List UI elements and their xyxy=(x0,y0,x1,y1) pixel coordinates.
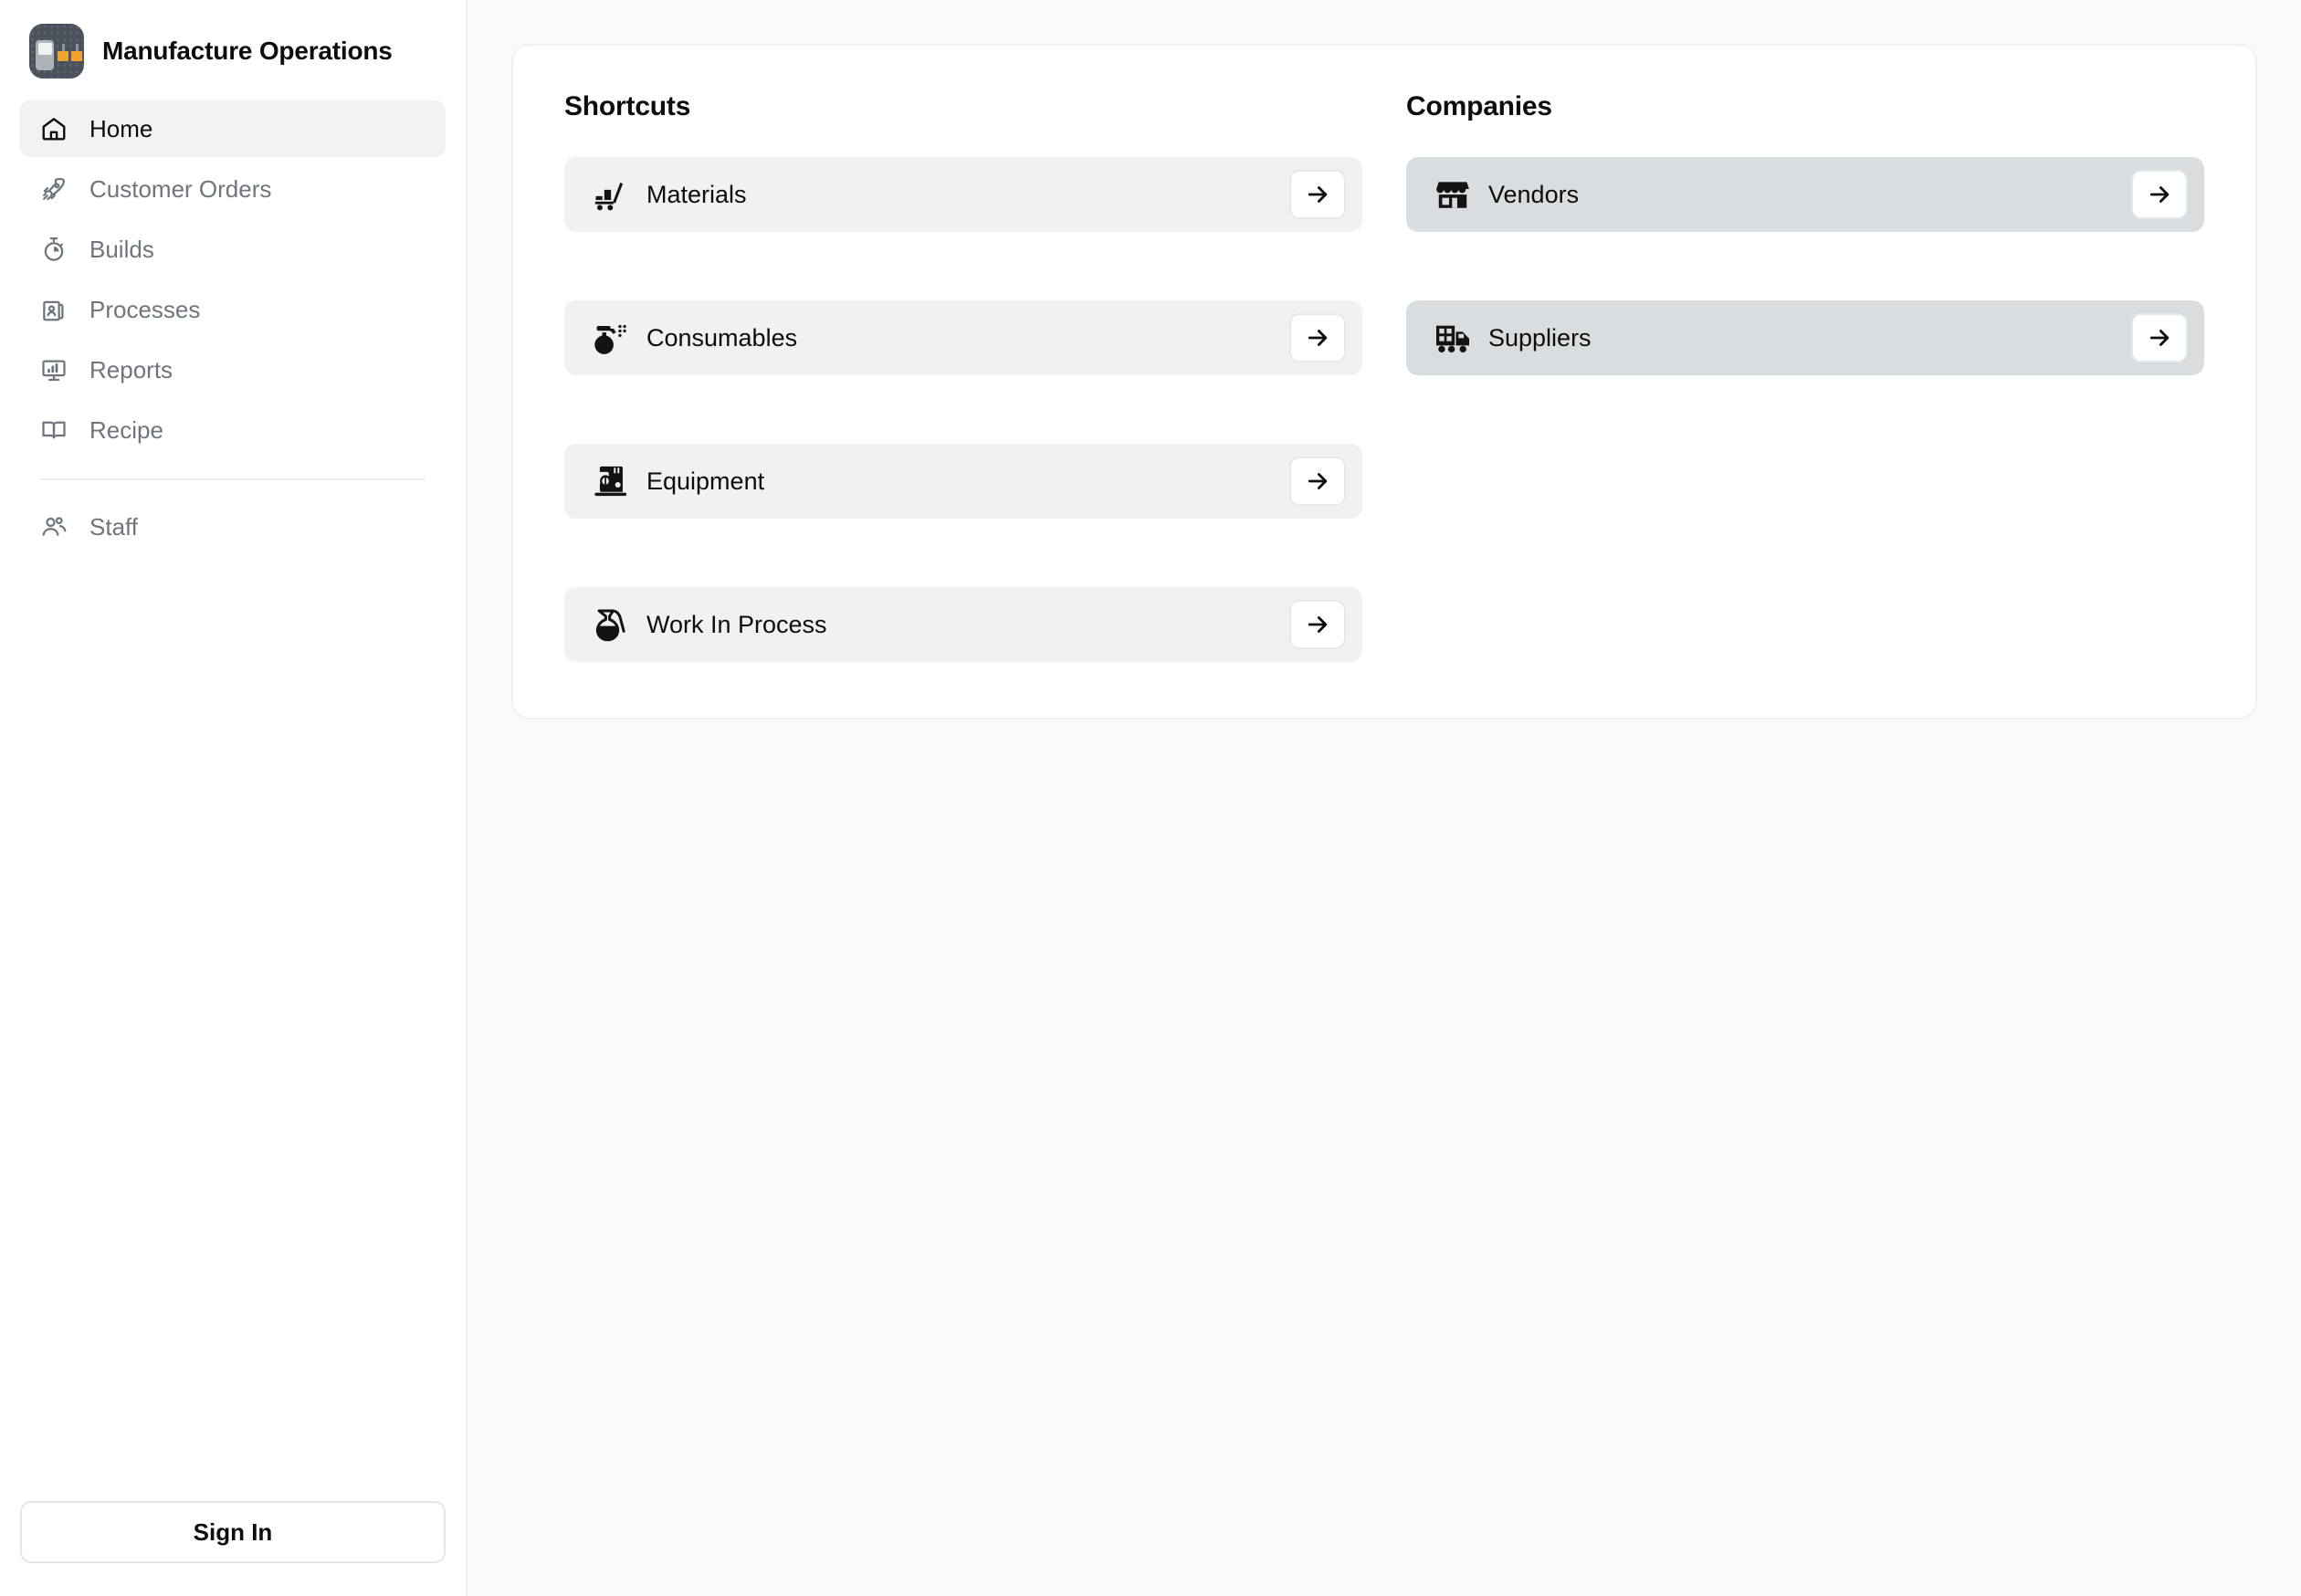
shortcuts-title: Shortcuts xyxy=(564,91,691,121)
arrow-right-icon[interactable] xyxy=(1289,170,1346,219)
shortcut-row-work-in-process[interactable]: Work In Process xyxy=(564,587,1362,662)
arrow-right-icon[interactable] xyxy=(2131,170,2188,219)
delivery-truck-icon xyxy=(1434,319,1472,357)
users-icon xyxy=(40,513,68,541)
sidebar-item-reports[interactable]: Reports xyxy=(20,341,446,398)
arrow-right-icon[interactable] xyxy=(1289,313,1346,362)
monitor-chart-icon xyxy=(40,356,68,383)
factory-app-logo-icon xyxy=(29,24,84,79)
sidebar-divider xyxy=(40,478,426,480)
shortcut-row-materials[interactable]: Materials xyxy=(564,157,1362,232)
company-label: Suppliers xyxy=(1488,323,1592,352)
main-content: Shortcuts Materials Consumables Equipmen… xyxy=(468,0,2301,1596)
sidebar-item-home[interactable]: Home xyxy=(20,100,446,157)
sidebar-item-label: Customer Orders xyxy=(89,174,272,203)
arrow-right-icon[interactable] xyxy=(2131,313,2188,362)
app-title: Manufacture Operations xyxy=(102,37,393,66)
shortcut-row-consumables[interactable]: Consumables xyxy=(564,300,1362,375)
open-book-icon xyxy=(40,416,68,444)
companies-title: Companies xyxy=(1406,91,1552,121)
shortcut-label: Work In Process xyxy=(646,610,827,638)
spray-bottle-icon xyxy=(592,319,630,357)
shortcut-label: Materials xyxy=(646,180,747,208)
id-card-icon xyxy=(40,296,68,323)
brand-header: Manufacture Operations xyxy=(0,0,466,93)
sidebar-item-staff[interactable]: Staff xyxy=(20,499,446,555)
shortcut-label: Consumables xyxy=(646,323,798,352)
stand-mixer-icon xyxy=(592,462,630,500)
sign-in-container: Sign In xyxy=(0,1501,466,1596)
sidebar-item-label: Processes xyxy=(89,295,201,323)
pitcher-icon xyxy=(592,605,630,644)
shortcuts-column: Shortcuts Materials Consumables Equipmen… xyxy=(564,91,1362,667)
sidebar: Manufacture Operations Home Customer Ord… xyxy=(0,0,468,1596)
storefront-icon xyxy=(1434,175,1472,214)
company-row-suppliers[interactable]: Suppliers xyxy=(1406,300,2204,375)
home-panel: Shortcuts Materials Consumables Equipmen… xyxy=(511,44,2257,719)
company-row-vendors[interactable]: Vendors xyxy=(1406,157,2204,232)
sidebar-item-label: Home xyxy=(89,114,153,142)
sidebar-item-builds[interactable]: Builds xyxy=(20,221,446,278)
shortcut-row-equipment[interactable]: Equipment xyxy=(564,444,1362,519)
hand-truck-icon xyxy=(592,175,630,214)
shortcut-label: Equipment xyxy=(646,467,765,495)
sidebar-item-label: Builds xyxy=(89,235,154,263)
sidebar-item-label: Staff xyxy=(89,512,139,541)
sidebar-item-processes[interactable]: Processes xyxy=(20,281,446,338)
sidebar-item-recipe[interactable]: Recipe xyxy=(20,402,446,458)
sidebar-item-label: Reports xyxy=(89,355,173,383)
app-root: Manufacture Operations Home Customer Ord… xyxy=(0,0,2301,1596)
sidebar-item-customer-orders[interactable]: Customer Orders xyxy=(20,161,446,217)
arrow-right-icon[interactable] xyxy=(1289,600,1346,649)
arrow-right-icon[interactable] xyxy=(1289,457,1346,506)
sidebar-nav: Home Customer Orders Builds Processes Re… xyxy=(0,93,466,559)
company-label: Vendors xyxy=(1488,180,1580,208)
companies-column: Companies Vendors Suppliers xyxy=(1406,91,2204,667)
sign-in-button[interactable]: Sign In xyxy=(20,1501,446,1563)
stopwatch-icon xyxy=(40,236,68,263)
rocket-icon xyxy=(40,175,68,203)
home-icon xyxy=(40,115,68,142)
sidebar-item-label: Recipe xyxy=(89,415,163,444)
